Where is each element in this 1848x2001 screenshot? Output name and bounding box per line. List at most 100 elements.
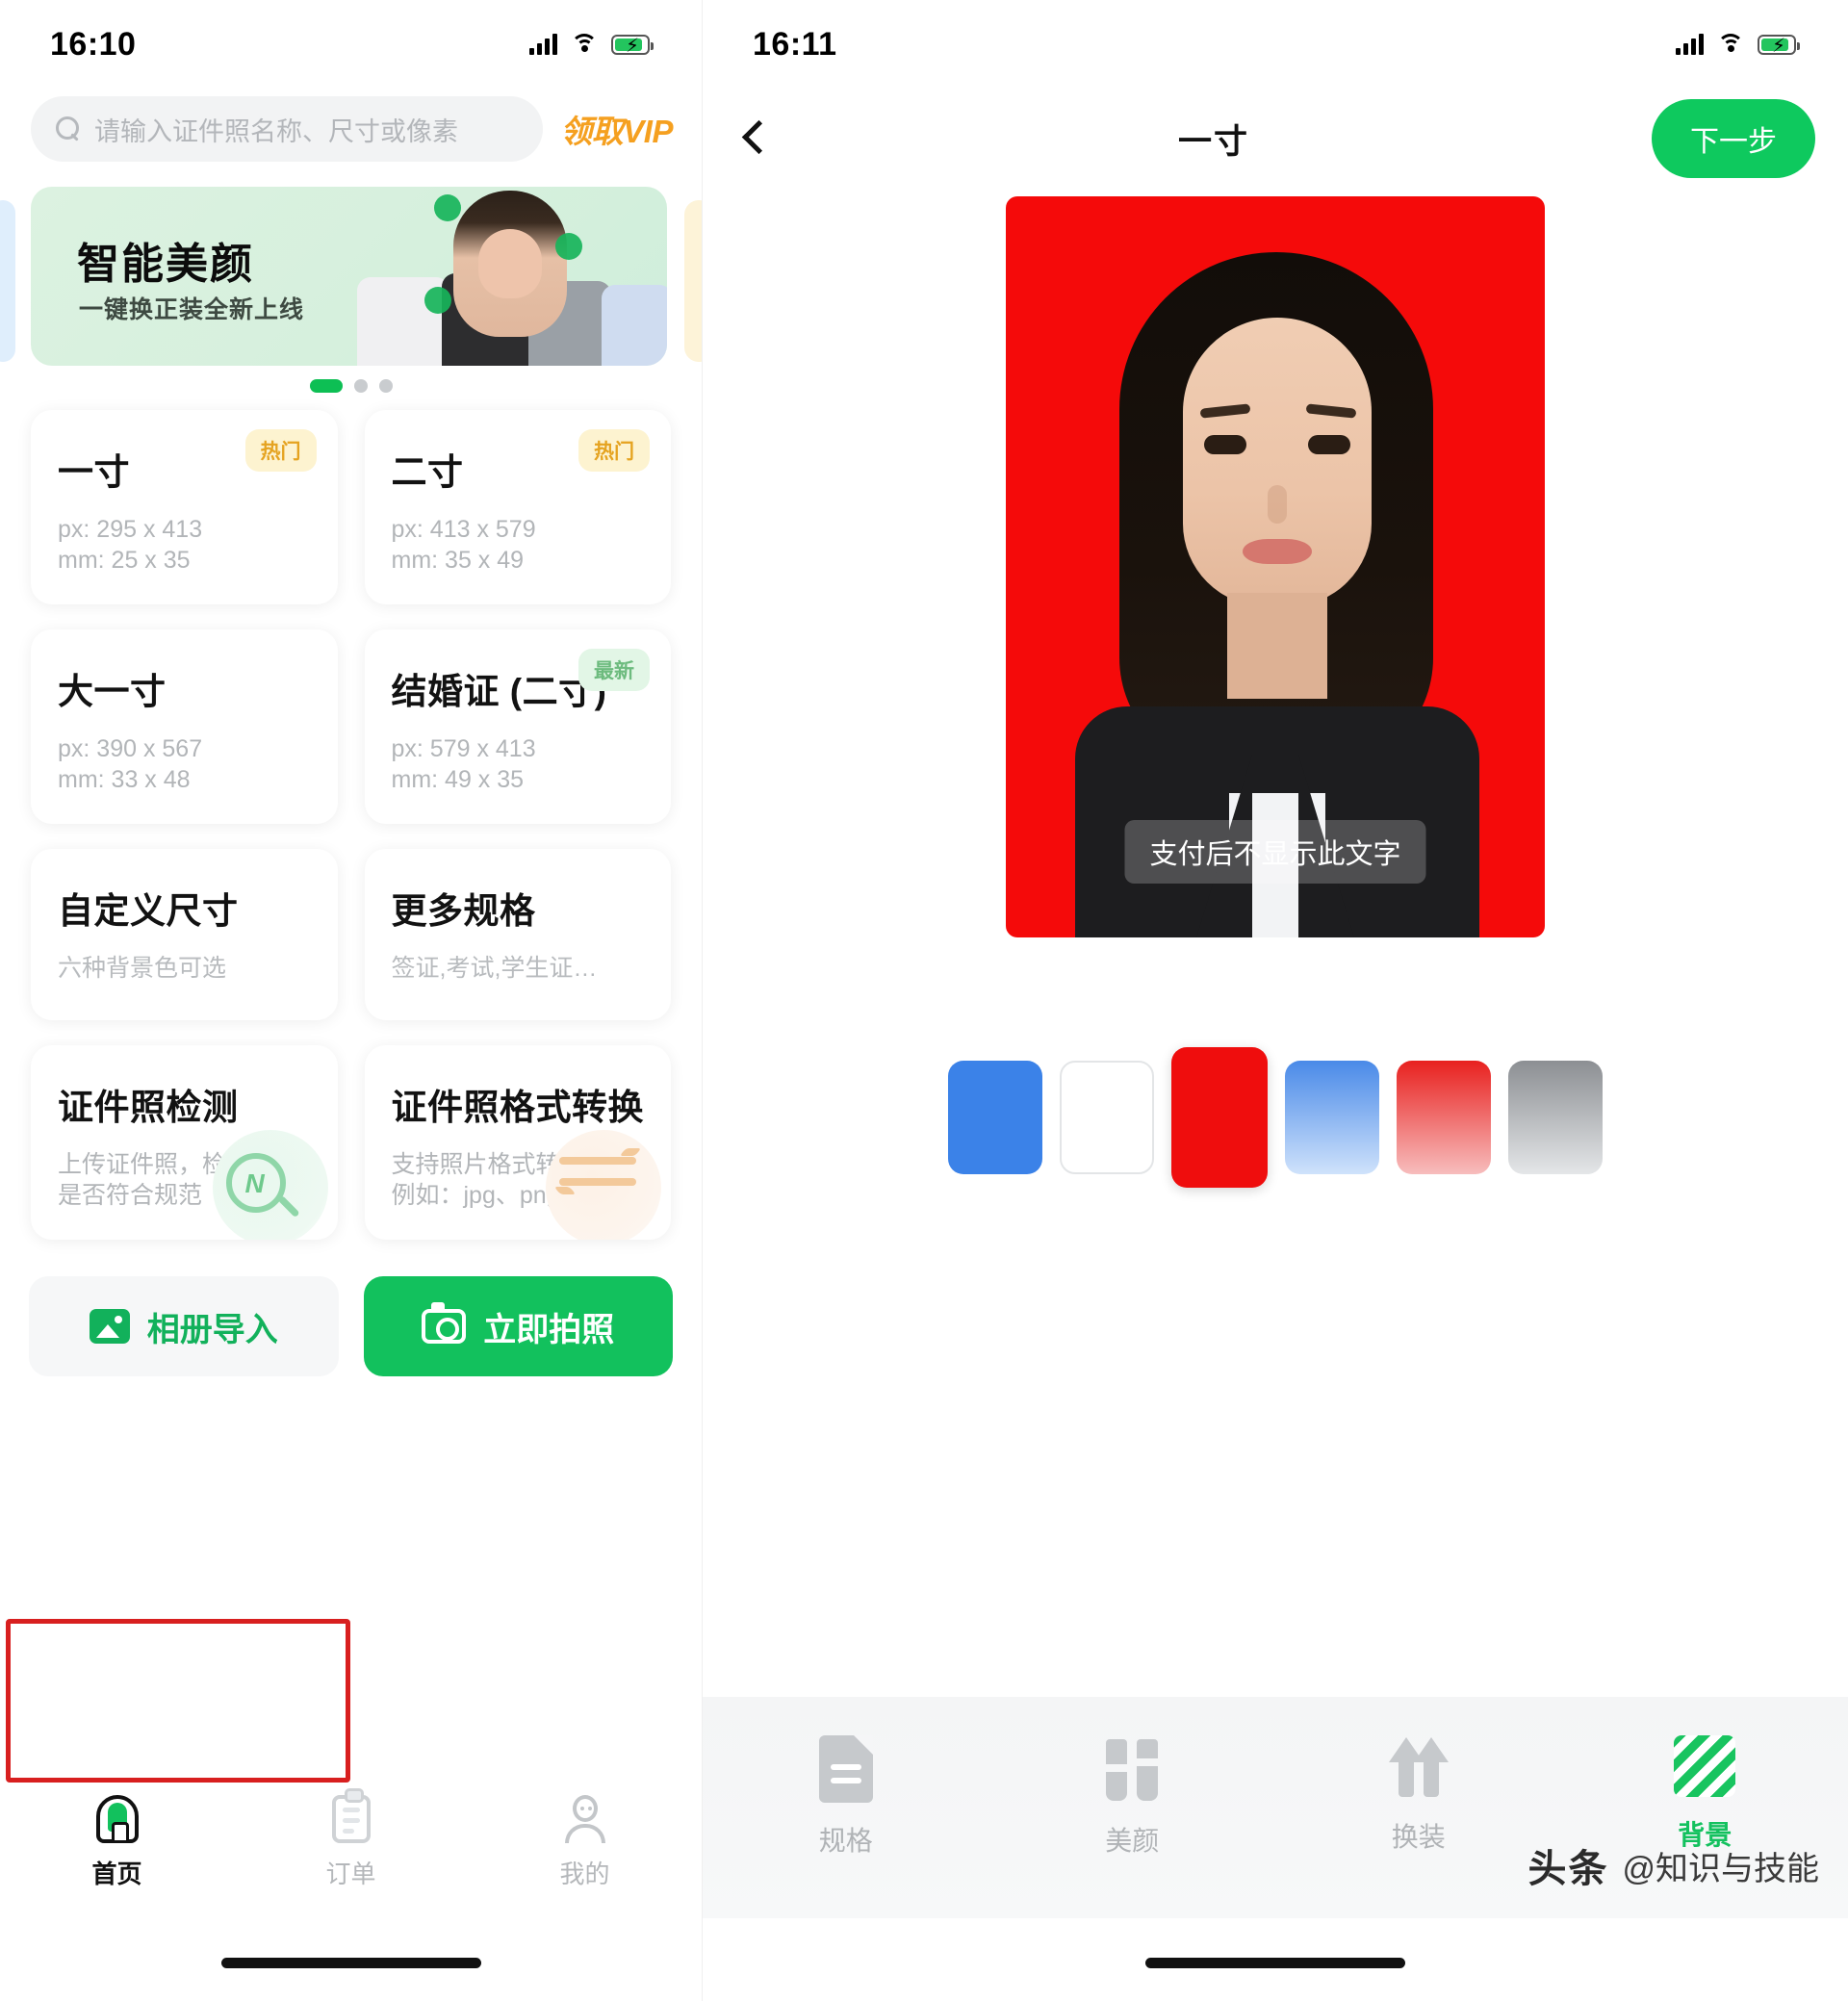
brush-icon <box>1102 1735 1162 1803</box>
banner-title: 智能美颜 <box>77 241 254 288</box>
signal-bars-icon <box>1676 34 1704 55</box>
album-import-button[interactable]: 相册导入 <box>29 1276 339 1376</box>
card-title: 更多规格 <box>391 891 536 931</box>
battery-charging-icon: ⚡ <box>611 34 654 57</box>
tab-profile-label: 我的 <box>559 1860 610 1888</box>
card-two-inch[interactable]: 热门 二寸 px: 413 x 579 mm: 35 x 49 <box>364 410 671 604</box>
size-cards-grid: 热门 一寸 px: 295 x 413 mm: 25 x 35 热门 二寸 px… <box>31 410 671 1240</box>
carousel-dot-1[interactable] <box>309 379 343 393</box>
swatch-white[interactable] <box>1060 1061 1154 1174</box>
search-placeholder: 请输入证件照名称、尺寸或像素 <box>94 116 458 146</box>
right-phone-screen: 16:11 ⚡ 一寸 下一步 支付后不显示此文字 规格 美颜 换装 背景 头条 … <box>703 0 1848 2001</box>
tool-outfit-label: 换装 <box>1391 1822 1446 1852</box>
card-custom-size[interactable]: 自定义尺寸 六种背景色可选 <box>31 849 338 1020</box>
photo-neck <box>1227 593 1327 699</box>
take-photo-button[interactable]: 立即拍照 <box>363 1276 673 1376</box>
swatch-blue[interactable] <box>948 1061 1042 1174</box>
tab-orders[interactable]: 订单 <box>234 1788 468 1890</box>
signal-bars-icon <box>529 34 557 55</box>
swatch-blue-gradient[interactable] <box>1285 1061 1379 1174</box>
photo-lips <box>1243 539 1312 564</box>
banner-tag-icon <box>434 194 461 221</box>
search-input[interactable]: 请输入证件照名称、尺寸或像素 <box>31 96 544 162</box>
tool-beauty[interactable]: 美颜 <box>989 1735 1276 1918</box>
card-one-inch[interactable]: 热门 一寸 px: 295 x 413 mm: 25 x 35 <box>31 410 338 604</box>
carousel-dot-3[interactable] <box>378 379 393 393</box>
status-time: 16:10 <box>50 25 137 63</box>
image-icon <box>89 1309 130 1344</box>
card-title: 大一寸 <box>58 672 167 711</box>
card-large-one-inch[interactable]: 大一寸 px: 390 x 567 mm: 33 x 48 <box>31 629 338 824</box>
home-icon <box>95 1795 139 1843</box>
tool-beauty-label: 美颜 <box>1105 1826 1160 1856</box>
badge-new: 最新 <box>578 649 650 691</box>
card-subtitle: 签证,考试,学生证… <box>391 955 598 982</box>
album-import-label: 相册导入 <box>146 1311 278 1348</box>
swatch-red-selected[interactable] <box>1171 1047 1268 1188</box>
swatch-gray-gradient[interactable] <box>1508 1061 1603 1174</box>
card-format-conversion[interactable]: 证件照格式转换 支持照片格式转换, 例如：jpg、png… <box>364 1045 671 1240</box>
take-photo-label: 立即拍照 <box>483 1311 615 1348</box>
clothes-icon <box>1388 1735 1449 1799</box>
home-indicator <box>220 1958 481 1968</box>
card-marriage-certificate[interactable]: 最新 结婚证 (二寸) px: 579 x 413 mm: 49 x 35 <box>364 629 671 824</box>
photo-nose <box>1268 485 1287 524</box>
card-mm-line: mm: 25 x 35 <box>58 547 191 574</box>
bottom-tab-bar: 首页 订单 我的 <box>0 1783 702 1918</box>
highlight-annotation-box <box>6 1619 350 1783</box>
status-icons: ⚡ <box>1676 34 1800 57</box>
status-bar-left: 16:10 ⚡ <box>0 0 702 89</box>
banner-tag-icon <box>555 233 582 260</box>
card-subtitle: 六种背景色可选 <box>58 955 227 982</box>
left-phone-screen: 16:10 ⚡ 请输入证件照名称、尺寸或像素 领取VIP 智能美颜 一键换正装全… <box>0 0 703 2001</box>
card-more-specs[interactable]: 更多规格 签证,考试,学生证… <box>364 849 671 1020</box>
chevron-left-icon[interactable] <box>737 119 776 158</box>
banner-next-peek[interactable] <box>684 200 702 362</box>
status-time: 16:11 <box>753 25 837 63</box>
tab-home[interactable]: 首页 <box>0 1795 234 1890</box>
banner-tag-icon <box>424 287 451 314</box>
badge-hot: 热门 <box>244 429 317 472</box>
card-photo-detection[interactable]: N 证件照检测 上传证件照，检测 是否符合规范 <box>31 1045 338 1240</box>
page-title: 一寸 <box>1177 122 1249 161</box>
card-px-line: px: 390 x 567 <box>58 735 203 762</box>
search-row: 请输入证件照名称、尺寸或像素 领取VIP <box>0 89 702 162</box>
banner-prev-peek[interactable] <box>0 200 15 362</box>
dual-screenshot: 16:10 ⚡ 请输入证件照名称、尺寸或像素 领取VIP 智能美颜 一键换正装全… <box>0 0 1848 2001</box>
card-px-line: px: 295 x 413 <box>58 516 203 543</box>
card-mm-line: mm: 49 x 35 <box>391 766 525 793</box>
photo-eye <box>1308 435 1350 454</box>
carousel-dots[interactable] <box>0 379 702 393</box>
next-step-button[interactable]: 下一步 <box>1652 99 1815 178</box>
card-mm-line: mm: 33 x 48 <box>58 766 191 793</box>
banner-artwork <box>349 187 667 366</box>
wifi-icon <box>1717 34 1744 55</box>
tab-home-label: 首页 <box>91 1860 142 1888</box>
document-icon <box>818 1735 873 1803</box>
photo-watermark-text: 支付后不显示此文字 <box>1124 820 1426 884</box>
status-bar-right: 16:11 ⚡ <box>703 0 1848 89</box>
status-icons: ⚡ <box>529 34 654 57</box>
search-icon <box>56 116 81 141</box>
camera-icon <box>422 1302 467 1344</box>
swatch-red-gradient[interactable] <box>1397 1061 1491 1174</box>
battery-charging-icon: ⚡ <box>1758 34 1800 57</box>
carousel-dot-2[interactable] <box>353 379 368 393</box>
banner-subtitle: 一键换正装全新上线 <box>79 296 305 323</box>
badge-hot: 热门 <box>578 429 650 472</box>
id-photo[interactable]: 支付后不显示此文字 <box>1006 196 1545 937</box>
vip-button[interactable]: 领取VIP <box>560 106 679 152</box>
action-buttons: 相册导入 立即拍照 <box>29 1276 673 1376</box>
banner-carousel[interactable]: 智能美颜 一键换正装全新上线 <box>0 187 702 393</box>
card-px-line: px: 579 x 413 <box>391 735 536 762</box>
watermark-account: @知识与技能 <box>1622 1850 1819 1887</box>
card-title: 证件照检测 <box>58 1088 239 1127</box>
source-watermark: 头条 @知识与技能 <box>1527 1837 1819 1893</box>
tab-profile[interactable]: 我的 <box>468 1795 702 1890</box>
tool-specs[interactable]: 规格 <box>703 1735 989 1918</box>
tool-outfit[interactable]: 换装 <box>1275 1735 1562 1918</box>
card-title: 证件照格式转换 <box>391 1088 644 1127</box>
magnifier-icon: N <box>225 1153 300 1226</box>
home-indicator <box>1145 1958 1405 1968</box>
banner-slide-active[interactable]: 智能美颜 一键换正装全新上线 <box>31 187 667 366</box>
